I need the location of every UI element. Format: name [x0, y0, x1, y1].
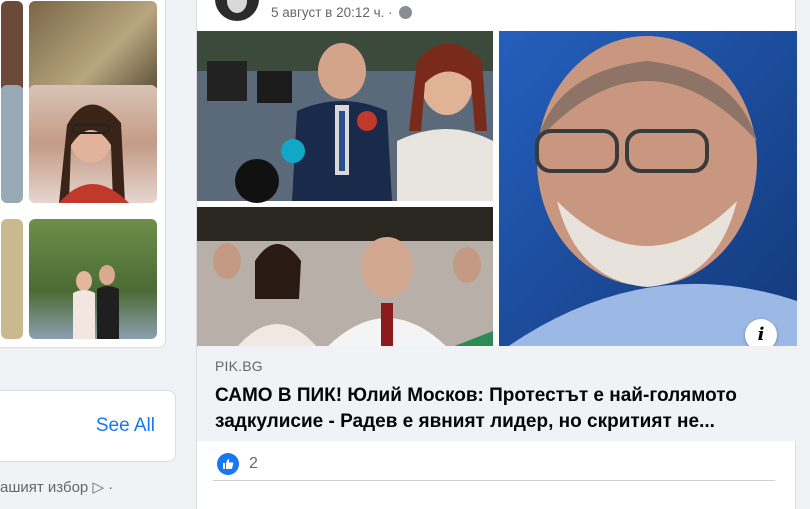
globe-icon: [399, 6, 413, 19]
portrait-photo: [59, 104, 129, 203]
ad-choices-text[interactable]: ашият избор ▷ ·: [0, 478, 113, 496]
like-icon: [217, 453, 239, 475]
news-feed-post: 5 август в 20:12 ч. · i PIK.BG САМО В ПИ…: [196, 0, 797, 509]
news-collage: [197, 31, 797, 347]
link-title[interactable]: САМО В ПИК! Юлий Москов: Протестът е най…: [215, 383, 785, 435]
author-avatar[interactable]: [215, 0, 259, 21]
see-all-link[interactable]: See All: [96, 415, 155, 437]
post-meta: 5 август в 20:12 ч. ·: [271, 5, 413, 20]
photo-thumbnail[interactable]: [1, 219, 23, 339]
link-domain: PIK.BG: [215, 358, 263, 374]
post-timestamp[interactable]: 5 август в 20:12 ч. ·: [271, 5, 393, 20]
photo-thumbnail[interactable]: [1, 85, 23, 203]
photo-thumbnail[interactable]: [29, 85, 157, 203]
divider: [213, 480, 775, 481]
see-all-card: See All: [0, 390, 176, 462]
photo-thumbnail[interactable]: [29, 1, 157, 93]
reaction-count: 2: [249, 455, 258, 472]
couple-photo: [73, 265, 119, 339]
photos-card: [0, 0, 166, 348]
photo-thumbnail[interactable]: [1, 1, 23, 93]
reactions-summary[interactable]: 2: [217, 453, 258, 475]
photo-thumbnail[interactable]: [29, 219, 157, 339]
link-preview-image[interactable]: [197, 31, 797, 347]
